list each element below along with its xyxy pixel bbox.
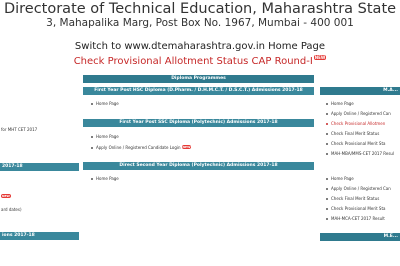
section2-item-apply[interactable]: Apply Online / Registered Candidate Logi… (91, 145, 192, 150)
mba-item-final-merit[interactable]: Check Final Merit Status (326, 131, 379, 136)
section3-item-home[interactable]: Home Page (91, 176, 119, 181)
mba-item-apply[interactable]: Apply Online / Registered Can (326, 111, 391, 116)
mba-item-prov-merit[interactable]: Check Provisional Merit Sta (326, 141, 385, 146)
new-badge: NEW (313, 55, 327, 60)
page-address: 3, Mahapalika Marg, Post Box No. 1967, M… (46, 17, 354, 29)
mca-item-prov-merit[interactable]: Check Provisional Merit Sta (326, 206, 385, 211)
mba-item-allotment[interactable]: Check Provisional Allotmen (326, 121, 385, 126)
section-title-2: First Year Post SSC Diploma (Polytechnic… (83, 119, 314, 127)
left-bar-1: 2017-18 (0, 163, 79, 171)
bullet-icon (326, 218, 328, 220)
bullet-icon (326, 178, 328, 180)
bullet-icon (326, 113, 328, 115)
switch-home-link[interactable]: Switch to www.dtemaharashtra.gov.in Home… (0, 40, 400, 53)
mca-item-result-label: MAH-MCA-CET 2017 Result (331, 216, 385, 221)
bullet-icon (91, 136, 93, 138)
mca-item-final-merit-label: Check Final Merit Status (331, 196, 380, 201)
mca-item-home-label: Home Page (331, 176, 354, 181)
me-header: M.E... (320, 233, 400, 241)
bullet-icon (326, 123, 328, 125)
page-title: Directorate of Technical Education, Maha… (3, 1, 397, 17)
mba-item-apply-label: Apply Online / Registered Can (331, 111, 391, 116)
bullet-icon (326, 143, 328, 145)
section-title-1: First Year Post HSC Diploma (D.Pharm. / … (83, 87, 314, 95)
mca-item-apply-label: Apply Online / Registered Can (331, 186, 391, 191)
bullet-icon (326, 198, 328, 200)
mba-item-final-merit-label: Check Final Merit Status (331, 131, 380, 136)
bullet-icon (326, 103, 328, 105)
diploma-column: Diploma Programmes First Year Post HSC D… (83, 75, 314, 266)
bullet-icon (326, 153, 328, 155)
diploma-header: Diploma Programmes (83, 75, 314, 83)
section1-item-home-label: Home Page (96, 101, 119, 106)
left-text-1[interactable]: for MHT CET 2017 (1, 127, 37, 132)
new-badge: NEW (181, 145, 192, 149)
bullet-icon (326, 133, 328, 135)
mca-item-result[interactable]: MAH-MCA-CET 2017 Result (326, 216, 385, 221)
mba-column: M.A... Home Page Apply Online / Register… (320, 75, 400, 266)
mca-item-home[interactable]: Home Page (326, 176, 354, 181)
left-new-badge: NEW (1, 194, 11, 198)
mca-item-final-merit[interactable]: Check Final Merit Status (326, 196, 379, 201)
section1-item-home[interactable]: Home Page (91, 101, 119, 106)
check-allotment-link[interactable]: Check Provisional Allotment Status CAP R… (0, 55, 400, 68)
left-column: for MHT CET 2017 2017-18 NEW ard dates) … (0, 75, 79, 266)
bullet-icon (91, 103, 93, 105)
mca-item-apply[interactable]: Apply Online / Registered Can (326, 186, 391, 191)
bullet-icon (91, 147, 93, 149)
bullet-icon (326, 188, 328, 190)
mba-item-result-label: MAH-MBA/MMS-CET 2017 Resul (331, 151, 395, 156)
mba-item-allotment-label: Check Provisional Allotmen (331, 121, 386, 126)
section3-item-home-label: Home Page (96, 176, 119, 181)
mba-item-home-label: Home Page (331, 101, 354, 106)
mba-item-prov-merit-label: Check Provisional Merit Sta (331, 141, 386, 146)
section2-item-home[interactable]: Home Page (91, 134, 119, 139)
bullet-icon (326, 208, 328, 210)
mba-header: M.A... (320, 87, 400, 95)
left-text-2[interactable]: ard dates) (1, 207, 22, 212)
mca-item-prov-merit-label: Check Provisional Merit Sta (331, 206, 386, 211)
section2-item-home-label: Home Page (96, 134, 119, 139)
bullet-icon (91, 178, 93, 180)
mba-item-result[interactable]: MAH-MBA/MMS-CET 2017 Resul (326, 151, 394, 156)
section2-item-apply-label: Apply Online / Registered Candidate Logi… (96, 145, 181, 150)
check-allotment-label: Check Provisional Allotment Status CAP R… (73, 56, 313, 67)
mba-item-home[interactable]: Home Page (326, 101, 354, 106)
left-bar-2: ions 2017-18 (0, 232, 79, 240)
section-title-3: Direct Second Year Diploma (Polytechnic)… (83, 162, 314, 170)
